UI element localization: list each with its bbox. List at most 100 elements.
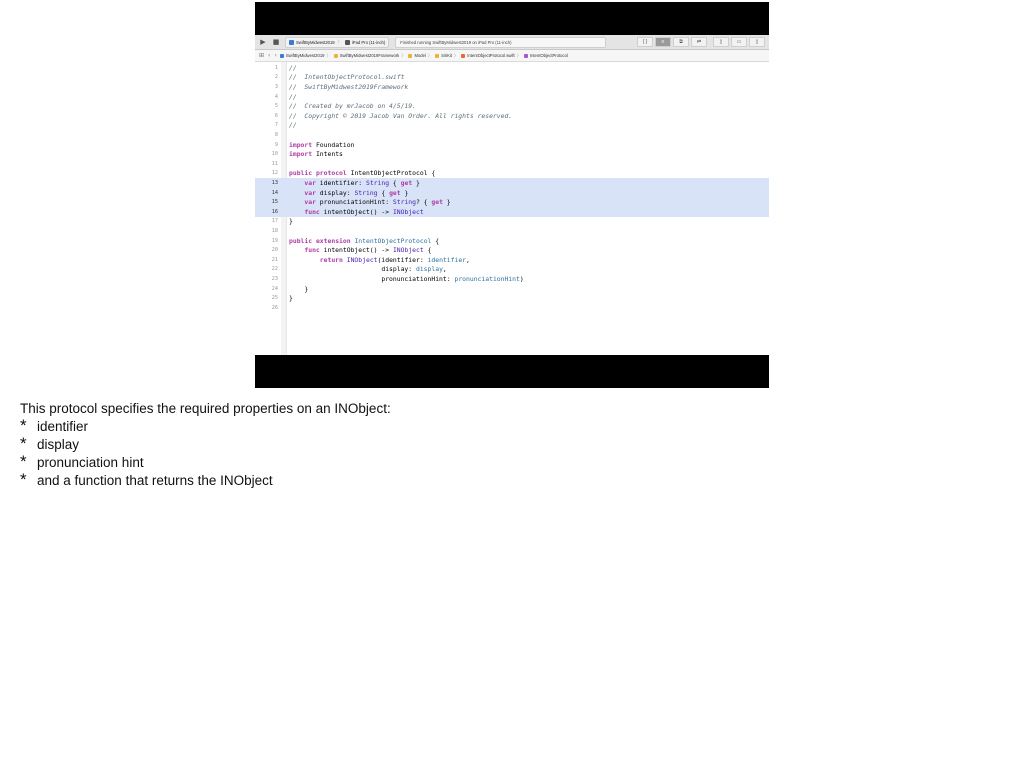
- keyword: protocol: [315, 169, 347, 178]
- comment: // Created by mrJacob on 4/5/19.: [289, 102, 416, 111]
- type-name: String: [365, 178, 390, 187]
- device-icon: [344, 39, 350, 45]
- jump-bar: ⊞ ‹ › SwiftByMidwest2019 〉 SwiftByMidwest…: [255, 50, 769, 62]
- list-item-text: pronunciation hint: [37, 455, 144, 470]
- line-number: 11: [271, 160, 278, 167]
- list-item: * and a function that returns the INObjec…: [20, 470, 391, 490]
- code-line: 19 public extension IntentObjectProtocol …: [255, 236, 769, 246]
- protocol-symbol-icon: [523, 53, 528, 58]
- code-line: 9 import Foundation: [255, 140, 769, 150]
- type-name: INObject: [346, 255, 378, 264]
- line-number: 12: [271, 170, 278, 177]
- breadcrumb-framework[interactable]: SwiftByMidwest2019Framework 〉: [333, 53, 405, 59]
- keyword: import: [289, 140, 313, 149]
- keyword: get: [389, 188, 401, 197]
- breadcrumb-label: IntentObjectProtocol: [529, 53, 568, 58]
- xcode-toolbar: ▶ ■ SwiftByMidwest2019 〉 iPad Pro (11-in…: [255, 35, 769, 50]
- function-name: intentObject(): [323, 207, 378, 216]
- comment: //: [289, 121, 297, 130]
- keyword: func: [304, 246, 320, 255]
- library-icon[interactable]: { }: [637, 37, 653, 47]
- type-name: String: [354, 188, 378, 197]
- property-ref: display: [415, 265, 443, 274]
- code-line-selected: 16 func intentObject() -> INObject: [255, 207, 769, 217]
- keyword: extension: [315, 236, 351, 245]
- code-line: 3 // SwiftByMidwest2019Framework: [255, 82, 769, 92]
- version-editor-icon[interactable]: ⇄: [691, 37, 707, 47]
- navigator-toggle-icon[interactable]: ▯: [713, 37, 729, 47]
- line-number: 18: [271, 227, 278, 234]
- keyword: func: [304, 207, 320, 216]
- play-icon[interactable]: ▶: [258, 38, 268, 47]
- line-number: 8: [274, 131, 278, 138]
- chevron-right-icon[interactable]: ›: [274, 52, 276, 59]
- line-number: 19: [271, 237, 278, 244]
- brace: {: [431, 169, 436, 178]
- project-icon: [279, 53, 284, 58]
- folder-icon: [435, 53, 440, 58]
- brace: }: [289, 217, 293, 226]
- bullet-star: *: [20, 452, 27, 471]
- keyword: public: [289, 236, 313, 245]
- destination-name: iPad Pro (11-inch): [351, 39, 386, 45]
- code-line: 17}: [255, 217, 769, 227]
- line-number: 25: [271, 295, 278, 302]
- type-name: INObject: [392, 246, 424, 255]
- property-ref: identifier: [427, 255, 467, 264]
- breadcrumb-label: Model: [414, 53, 426, 58]
- code-line: 4 //: [255, 92, 769, 102]
- list-item-text: and a function that returns the INObject: [37, 473, 273, 488]
- type-name: IntentObjectProtocol: [354, 236, 432, 245]
- line-number: 20: [271, 247, 278, 254]
- property-ref: pronunciationHint: [454, 274, 520, 283]
- code-line: 25}: [255, 293, 769, 303]
- line-number: 7: [274, 122, 278, 129]
- chevron-left-icon[interactable]: ‹: [268, 52, 270, 59]
- code-line: 2 // IntentObjectProtocol.swift: [255, 73, 769, 83]
- list-item-text: display: [37, 437, 80, 452]
- inspector-toggle-icon[interactable]: ▯: [749, 37, 765, 47]
- folder-icon: [333, 53, 338, 58]
- list-item-text: identifier: [37, 419, 89, 434]
- line-number: 3: [274, 83, 278, 90]
- function-name: intentObject(): [323, 246, 378, 255]
- breadcrumb-project[interactable]: SwiftByMidwest2019 〉: [279, 53, 331, 59]
- breadcrumb-sirikit[interactable]: SiriKit 〉: [435, 53, 458, 59]
- source-editor[interactable]: 1 // 2 // IntentObjectProtocol.swift 3 // S…: [255, 62, 769, 355]
- code-line: 7 //: [255, 121, 769, 131]
- breadcrumb-model[interactable]: Model 〉: [408, 53, 432, 59]
- bullet-star: *: [20, 470, 27, 489]
- argument-label: display:: [381, 265, 413, 274]
- list-item: * display: [20, 435, 391, 454]
- module-name: Foundation: [315, 140, 355, 149]
- assistant-editor-icon[interactable]: ⧉: [673, 37, 689, 47]
- breadcrumb-file[interactable]: IntentObjectProtocol.swift 〉: [461, 53, 521, 59]
- line-number: 14: [271, 189, 278, 196]
- line-number: 2: [274, 74, 278, 81]
- breadcrumb-symbol[interactable]: IntentObjectProtocol: [523, 53, 568, 58]
- brace: }: [289, 294, 293, 303]
- line-number: 6: [274, 112, 278, 119]
- code-line: 12 public protocol IntentObjectProtocol {: [255, 169, 769, 179]
- code-line: 8: [255, 130, 769, 140]
- related-items-icon[interactable]: ⊞: [259, 52, 264, 59]
- debug-area-toggle-icon[interactable]: ▭: [731, 37, 747, 47]
- line-number: 26: [271, 304, 278, 311]
- keyword: var: [304, 188, 316, 197]
- breadcrumb-label: IntentObjectProtocol.swift: [467, 53, 515, 58]
- scheme-selector[interactable]: SwiftByMidwest2019 〉 iPad Pro (11-inch): [285, 36, 390, 48]
- standard-editor-icon[interactable]: ≡: [655, 37, 671, 47]
- comment: // SwiftByMidwest2019Framework: [289, 82, 409, 91]
- line-number: 4: [274, 93, 278, 100]
- arrow: ->: [381, 207, 390, 216]
- bullet-star: *: [20, 416, 27, 435]
- comment: // IntentObjectProtocol.swift: [289, 73, 405, 82]
- list-item: * pronunciation hint: [20, 452, 391, 472]
- keyword: get: [400, 178, 413, 187]
- code-line: 6 // Copyright © 2019 Jacob Van Order. Al…: [255, 111, 769, 121]
- code-line-selected: 13 var identifier: String { get }: [255, 178, 769, 188]
- line-number: 22: [271, 266, 278, 273]
- stop-icon[interactable]: ■: [271, 38, 281, 47]
- type-name: IntentObjectProtocol: [350, 169, 428, 178]
- brace: {: [427, 246, 432, 255]
